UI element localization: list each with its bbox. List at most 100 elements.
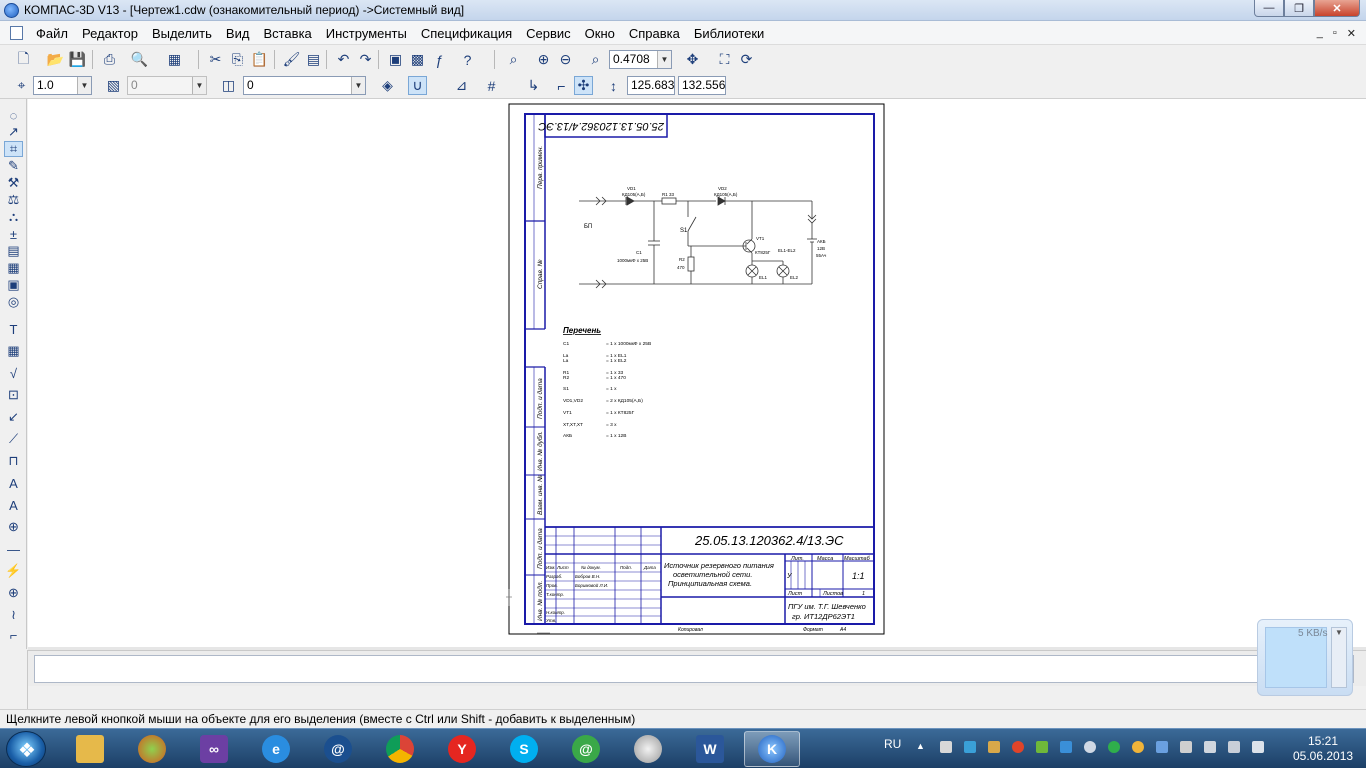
cut-icon[interactable]: ✂ — [206, 50, 225, 69]
grid-step-icon[interactable]: ⌖ — [12, 76, 31, 95]
axis-line-icon[interactable]: — — [4, 541, 23, 557]
open-folder-icon[interactable]: 📂 — [46, 50, 65, 69]
taskbar-media[interactable] — [124, 731, 180, 767]
measure-icon[interactable]: ⚖ — [4, 192, 23, 208]
orthogonal-icon[interactable]: ⊿ — [452, 76, 471, 95]
position-leader-icon[interactable]: ⟋ — [4, 431, 23, 447]
taskbar-internet-explorer[interactable]: e — [248, 731, 304, 767]
menu-help[interactable]: Справка — [629, 26, 680, 41]
tray-network-icon[interactable] — [964, 741, 976, 753]
insert-icon[interactable]: ▦ — [4, 260, 23, 276]
more-icon[interactable]: ⌐ — [4, 627, 23, 643]
print-icon[interactable]: ⎙ — [100, 50, 119, 69]
grid-icon[interactable]: # — [482, 76, 501, 95]
tray-app-icon[interactable] — [1108, 741, 1120, 753]
redo-icon[interactable]: ↷ — [356, 50, 375, 69]
tray-volume-icon[interactable] — [1252, 741, 1264, 753]
tray-app-icon[interactable] — [1156, 741, 1168, 753]
center-mark-icon[interactable]: ⊕ — [4, 585, 23, 601]
taskbar-visual-studio[interactable]: ∞ — [186, 731, 242, 767]
table-icon[interactable]: ▦ — [4, 343, 23, 359]
chevron-down-icon[interactable]: ▼ — [77, 77, 91, 94]
chevron-down-icon[interactable]: ▼ — [192, 77, 206, 94]
coordinates-icon[interactable]: ↕ — [604, 76, 623, 95]
menu-libraries[interactable]: Библиотеки — [694, 26, 764, 41]
chevron-down-icon[interactable]: ▼ — [657, 51, 671, 68]
edit-icon[interactable]: ✎ — [4, 158, 23, 174]
dimensions-icon[interactable]: ↗ — [4, 124, 23, 140]
print-preview-icon[interactable]: 🔍 — [130, 50, 149, 69]
menu-service[interactable]: Сервис — [526, 26, 571, 41]
coord-x-field[interactable]: 125.683 — [627, 76, 675, 95]
layers-icon[interactable]: ▣ — [386, 50, 405, 69]
base-icon[interactable]: ⊡ — [4, 387, 23, 403]
variables-icon[interactable]: ƒ — [430, 50, 449, 69]
format-brush-icon[interactable]: 🖌 — [282, 50, 301, 69]
fragment-icon[interactable]: ▣ — [4, 277, 23, 293]
mdi-minimize-button[interactable]: _ — [1317, 27, 1323, 40]
menu-view[interactable]: Вид — [226, 26, 250, 41]
menu-editor[interactable]: Редактор — [82, 26, 138, 41]
layer-combo[interactable]: 0 ▼ — [243, 76, 366, 95]
properties-icon[interactable]: ▤ — [304, 50, 323, 69]
tray-network-icon[interactable] — [1228, 741, 1240, 753]
clock[interactable]: 15:21 05.06.2013 — [1293, 734, 1353, 764]
taskbar-kompas[interactable]: K — [744, 731, 800, 767]
tray-flag-icon[interactable] — [1204, 741, 1216, 753]
color-icon[interactable]: ◈ — [378, 76, 397, 95]
cursor-snap-icon[interactable]: ✣ — [574, 76, 593, 95]
zoom-scale-icon[interactable]: ⌕ — [586, 50, 605, 69]
kompas-app-icon[interactable] — [4, 3, 19, 18]
zoom-value-combo[interactable]: 0.4708 ▼ — [609, 50, 672, 69]
geometry-icon[interactable]: ◌ — [4, 107, 23, 123]
tray-app-icon[interactable] — [1084, 741, 1096, 753]
restore-button[interactable]: ❐ — [1284, 0, 1314, 17]
menu-insert[interactable]: Вставка — [263, 26, 311, 41]
property-panel-field[interactable] — [34, 655, 1354, 683]
view-combo[interactable]: 0 ▼ — [127, 76, 207, 95]
library-icon[interactable]: ▩ — [408, 50, 427, 69]
title-bar[interactable]: КОМПАС-3D V13 - [Чертеж1.cdw (ознакомите… — [0, 0, 1366, 21]
parametrization-icon[interactable]: ⚒ — [4, 175, 23, 191]
language-indicator[interactable]: RU — [884, 737, 901, 751]
zoom-in-icon[interactable]: ⊕ — [534, 50, 553, 69]
leader-icon[interactable]: ↙ — [4, 409, 23, 425]
zoom-out-icon[interactable]: ⊖ — [556, 50, 575, 69]
local-cs-icon[interactable]: ↳ — [524, 76, 543, 95]
mdi-close-button[interactable]: ✕ — [1347, 27, 1356, 40]
minimize-button[interactable]: — — [1254, 0, 1284, 17]
taskbar-explorer[interactable] — [62, 731, 118, 767]
step-combo[interactable]: 1.0 ▼ — [33, 76, 92, 95]
menu-specification[interactable]: Спецификация — [421, 26, 512, 41]
zoom-window-icon[interactable]: ⌕ — [504, 50, 523, 69]
section-line-icon[interactable]: A — [4, 497, 23, 513]
taskbar-mail-agent[interactable]: @ — [310, 731, 366, 767]
save-icon[interactable]: 💾 — [68, 50, 87, 69]
show-all-icon[interactable]: ⛶ — [715, 50, 734, 69]
wave-line-icon[interactable]: ⚡ — [4, 563, 23, 579]
snap-magnet-icon[interactable]: ∪ — [408, 76, 427, 95]
tray-app-icon[interactable] — [1012, 741, 1024, 753]
taskbar-skype[interactable]: S — [496, 731, 552, 767]
close-button[interactable]: ✕ — [1314, 0, 1360, 17]
network-meter-widget[interactable]: 5 KB/s ▼ — [1257, 619, 1353, 696]
tray-app-icon[interactable] — [988, 741, 1000, 753]
coord-y-field[interactable]: 132.556 — [678, 76, 726, 95]
menu-file[interactable]: Файл — [36, 26, 68, 41]
paste-icon[interactable]: 📋 — [250, 50, 269, 69]
brand-icon[interactable]: ⊓ — [4, 453, 23, 469]
tray-app-icon[interactable] — [1180, 741, 1192, 753]
menu-select[interactable]: Выделить — [152, 26, 212, 41]
view-state-icon[interactable]: ▧ — [104, 76, 123, 95]
reports-icon[interactable]: ▤ — [4, 243, 23, 259]
taskbar-word[interactable]: W — [682, 731, 738, 767]
tolerance-icon[interactable]: ⊕ — [4, 519, 23, 535]
tray-app-icon[interactable] — [1060, 741, 1072, 753]
refresh-icon[interactable]: ⟳ — [737, 50, 756, 69]
taskbar-clock-app[interactable] — [620, 731, 676, 767]
view-arrow-icon[interactable]: A — [4, 475, 23, 491]
start-button[interactable] — [6, 731, 46, 767]
new-document-icon[interactable]: 🗋 — [14, 50, 33, 69]
views-icon[interactable]: ◎ — [4, 294, 23, 310]
taskbar-icq[interactable]: @ — [558, 731, 614, 767]
